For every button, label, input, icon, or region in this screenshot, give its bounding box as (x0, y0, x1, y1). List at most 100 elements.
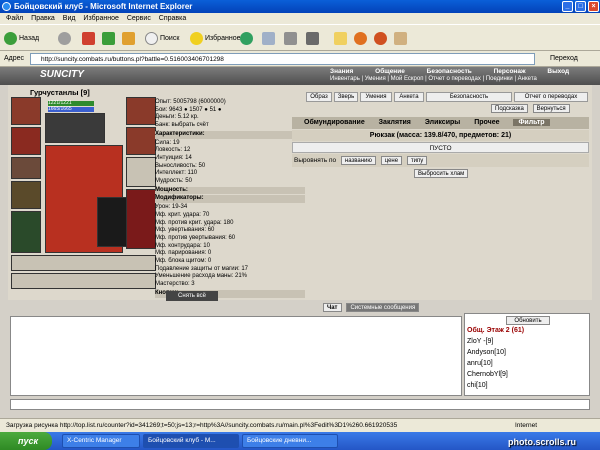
modifiers-header[interactable]: Модификаторы: (155, 195, 305, 204)
start-button[interactable]: пуск (0, 432, 52, 450)
chat-input[interactable] (10, 399, 590, 410)
mod-counter: Мф. контрудара: 10 (155, 242, 210, 249)
menu-help[interactable]: Справка (159, 15, 186, 22)
weapon-slot[interactable] (11, 181, 41, 209)
forward-button[interactable] (58, 31, 73, 46)
menu-view[interactable]: Вид (63, 15, 76, 22)
mod-antidodge: Мф. против увертывания: 60 (155, 234, 236, 241)
tool-button[interactable] (394, 31, 409, 46)
minimize-button[interactable]: _ (562, 1, 573, 12)
unequip-all-button[interactable]: Снять всё (166, 291, 218, 301)
category-filter[interactable]: Фильтр (513, 119, 550, 126)
game-area: Гурчустанлы [9] 1221/1221 1665/1665 Опыт… (8, 85, 592, 301)
sort-by-type-button[interactable]: типу (406, 156, 428, 165)
money-text: Деньги: 5.12 кр. (155, 114, 199, 121)
refresh-button[interactable] (102, 31, 117, 46)
sword-slot[interactable] (126, 157, 156, 187)
task-xcentric[interactable]: X-Centric Manager (62, 434, 140, 448)
category-elixirs[interactable]: Эликсиры (425, 119, 460, 126)
task-diaries[interactable]: Бойцовские дневни... (242, 434, 338, 448)
media-button[interactable] (240, 31, 255, 46)
home-button[interactable] (122, 31, 137, 46)
media-icon (240, 31, 253, 45)
nav-communication[interactable]: Общение (375, 68, 405, 75)
scroll-slots[interactable] (11, 255, 156, 271)
mail-button[interactable] (262, 31, 277, 46)
window-title-bar[interactable]: Бойцовский клуб - Microsoft Internet Exp… (0, 0, 600, 13)
stat-endurance: Выносливость: 50 (155, 162, 206, 169)
tab-transfer-report[interactable]: Отчет о переводах (514, 92, 588, 102)
gloves-slot[interactable] (126, 97, 156, 125)
game-sub-nav[interactable]: Инвентарь | Умения | Мой Ескроп | Отчет … (330, 76, 537, 82)
user-list-item[interactable]: ZloY -[9] (467, 336, 589, 347)
task-fightclub[interactable]: Бойцовский клуб - M... (143, 434, 239, 448)
tab-image[interactable]: Образ (306, 92, 332, 102)
folder-button[interactable] (334, 31, 349, 46)
hint-button[interactable]: Подсказка (491, 104, 528, 113)
tab-skills[interactable]: Умения (360, 92, 392, 102)
sort-by-price-button[interactable]: цене (380, 156, 403, 165)
star-icon (190, 31, 203, 45)
menu-tools[interactable]: Сервис (127, 15, 151, 22)
pants-slot[interactable] (126, 189, 156, 249)
print-button[interactable] (284, 31, 299, 46)
tab-profile[interactable]: Анкета (394, 92, 424, 102)
address-input[interactable]: http://suncity.combats.ru/buttons.pl?bat… (30, 53, 535, 65)
menu-file[interactable]: Файл (6, 15, 23, 22)
maximize-button[interactable]: □ (575, 1, 586, 12)
category-other[interactable]: Прочее (474, 119, 499, 126)
go-button[interactable]: Переход (550, 53, 578, 65)
characteristics-header[interactable]: Характеристики: (155, 130, 305, 139)
at-icon (374, 31, 387, 45)
category-spells[interactable]: Заклятия (379, 119, 411, 126)
tab-system-messages[interactable]: Системные сообщения (346, 303, 420, 312)
mail-icon (262, 31, 275, 45)
sort-by-name-button[interactable]: названию (340, 156, 376, 165)
user-list-item[interactable]: anru[10] (467, 358, 589, 369)
game-header: SUNCITY Знания Общение Безопасность Перс… (0, 67, 600, 85)
discard-junk-button[interactable]: Выбросить хлам (414, 169, 469, 178)
mail-ru-button[interactable] (374, 31, 389, 46)
user-list-item[interactable]: Andyson[10] (467, 347, 589, 358)
tab-pet[interactable]: Зверь (334, 92, 358, 102)
menu-edit[interactable]: Правка (31, 15, 55, 22)
favorites-button[interactable]: Избранное (190, 31, 240, 46)
stop-icon (82, 31, 95, 45)
tab-security[interactable]: Безопасность (426, 92, 512, 102)
category-equipment[interactable]: Обмундирование (304, 119, 365, 126)
nav-character[interactable]: Персонаж (494, 68, 526, 75)
user-list-item[interactable]: ChernobYl[9] (467, 369, 589, 380)
back-button[interactable]: Назад (4, 31, 39, 46)
nav-security[interactable]: Безопасность (427, 68, 472, 75)
chat-messages[interactable] (10, 316, 462, 396)
backpack-empty-text: ПУСТО (292, 142, 589, 153)
helmet-slot[interactable] (11, 97, 41, 125)
messenger-button[interactable] (354, 31, 369, 46)
belt-slot[interactable] (11, 157, 41, 179)
bank-link[interactable]: Банк: выбрать счёт (155, 122, 305, 130)
refresh-users-button[interactable]: Обновить (506, 316, 550, 325)
folder-icon (334, 31, 347, 45)
armor-slot[interactable] (11, 127, 41, 155)
character-name: Гурчустанлы [9] (30, 88, 90, 97)
bracers-slot[interactable] (126, 127, 156, 155)
ring-slots[interactable] (45, 113, 105, 143)
address-label: Адрес (4, 55, 25, 62)
tab-chat[interactable]: Чат (323, 303, 342, 312)
return-button[interactable]: Вернуться (532, 104, 570, 113)
potion-slots[interactable] (11, 273, 156, 289)
forward-arrow-icon (58, 31, 71, 45)
nav-knowledge[interactable]: Знания (330, 68, 353, 75)
cloak-slot[interactable] (11, 211, 41, 253)
shield-slot[interactable] (97, 197, 127, 247)
mod-block: Мф. блока щитом: 0 (155, 258, 212, 265)
user-list-item[interactable]: chi[10] (467, 380, 589, 391)
powers-header[interactable]: Мощность: (155, 186, 305, 195)
search-button[interactable]: Поиск (145, 31, 179, 46)
menu-favorites[interactable]: Избранное (83, 15, 118, 22)
close-button[interactable]: × (588, 1, 599, 12)
suncity-logo: SUNCITY (40, 69, 84, 80)
edit-button[interactable] (306, 31, 321, 46)
nav-exit[interactable]: Выход (547, 68, 569, 75)
stop-button[interactable] (82, 31, 97, 46)
